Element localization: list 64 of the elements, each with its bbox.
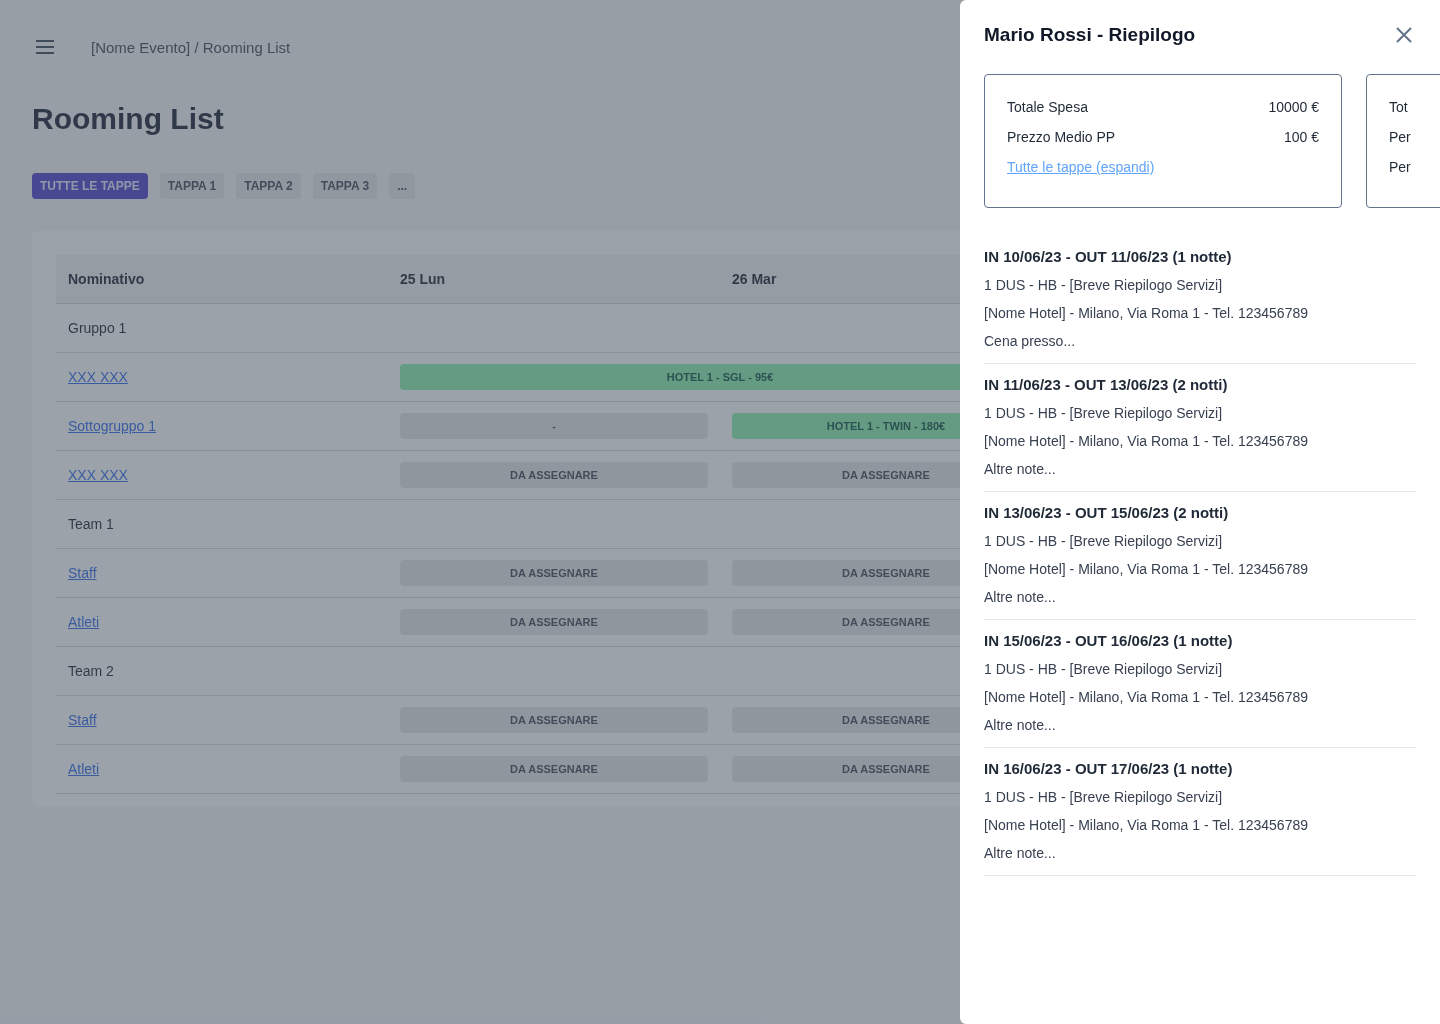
room-chip[interactable]: DA ASSEGNARE bbox=[732, 462, 960, 488]
close-icon[interactable] bbox=[1396, 27, 1412, 43]
stay-note: Altre note... bbox=[984, 589, 1057, 605]
stay-dates: IN 13/06/23 - OUT 15/06/23 (2 notti) bbox=[984, 504, 1230, 521]
person-link[interactable]: Atleti bbox=[68, 761, 376, 777]
stage-tab[interactable]: TUTTE LE TAPPE bbox=[32, 173, 148, 199]
summary-label: Per bbox=[1389, 129, 1411, 145]
stay-services: 1 DUS - HB - [Breve Riepilogo Servizi] bbox=[984, 661, 1224, 677]
stay-dates: IN 16/06/23 - OUT 17/06/23 (1 notte) bbox=[984, 760, 1234, 777]
person-link[interactable]: XXX XXX bbox=[68, 369, 376, 385]
room-chip[interactable]: DA ASSEGNARE bbox=[732, 707, 960, 733]
room-chip[interactable]: DA ASSEGNARE bbox=[400, 560, 708, 586]
room-chip[interactable]: DA ASSEGNARE bbox=[732, 609, 960, 635]
room-chip[interactable]: DA ASSEGNARE bbox=[732, 560, 960, 586]
stay-note: Altre note... bbox=[984, 717, 1057, 733]
summary-label: Totale Spesa bbox=[1007, 99, 1088, 115]
stay-services: 1 DUS - HB - [Breve Riepilogo Servizi] bbox=[984, 277, 1224, 293]
summary-value: 100 € bbox=[1283, 129, 1319, 145]
group-name: Team 1 bbox=[68, 516, 114, 532]
stay-services: 1 DUS - HB - [Breve Riepilogo Servizi] bbox=[984, 789, 1224, 805]
hotel-info: [Nome Hotel] - Milano, Via Roma 1 - Tel. 123456789 bbox=[984, 561, 1309, 577]
person-link[interactable]: Staff bbox=[68, 712, 376, 728]
drawer-title: Mario Rossi - Riepilogo bbox=[984, 24, 1196, 46]
summary-label: Per bbox=[1389, 159, 1411, 175]
stay-services: 1 DUS - HB - [Breve Riepilogo Servizi] bbox=[984, 533, 1224, 549]
stay-note: Altre note... bbox=[984, 461, 1057, 477]
group-name: Team 2 bbox=[68, 663, 114, 679]
room-chip[interactable]: DA ASSEGNARE bbox=[732, 756, 960, 782]
group-name: Gruppo 1 bbox=[68, 320, 127, 336]
stay-dates: IN 15/06/23 - OUT 16/06/23 (1 notte) bbox=[984, 632, 1234, 649]
room-chip[interactable]: - bbox=[400, 413, 708, 439]
person-link[interactable]: XXX XXX bbox=[68, 467, 376, 483]
column-header: 26 Mar bbox=[732, 271, 778, 287]
hotel-info: [Nome Hotel] - Milano, Via Roma 1 - Tel. 123456789 bbox=[984, 433, 1309, 449]
column-header: Nominativo bbox=[68, 271, 146, 287]
room-chip[interactable]: DA ASSEGNARE bbox=[400, 462, 708, 488]
menu-icon[interactable] bbox=[35, 40, 55, 54]
room-chip[interactable]: HOTEL 1 - TWIN - 180€ bbox=[732, 413, 960, 439]
hotel-info: [Nome Hotel] - Milano, Via Roma 1 - Tel. 123456789 bbox=[984, 689, 1309, 705]
stay-note: Altre note... bbox=[984, 845, 1057, 861]
person-link[interactable]: Staff bbox=[68, 565, 376, 581]
summary-label: Tot bbox=[1389, 99, 1408, 115]
stay-note: Cena presso... bbox=[984, 333, 1077, 349]
hotel-info: [Nome Hotel] - Milano, Via Roma 1 - Tel. 123456789 bbox=[984, 305, 1309, 321]
stay-dates: IN 11/06/23 - OUT 13/06/23 (2 notti) bbox=[984, 376, 1229, 393]
stage-tab[interactable]: ... bbox=[389, 173, 416, 199]
room-chip[interactable]: DA ASSEGNARE bbox=[400, 609, 708, 635]
stage-tab[interactable]: TAPPA 3 bbox=[312, 173, 378, 199]
person-link[interactable]: Sottogruppo 1 bbox=[68, 418, 376, 434]
hotel-info: [Nome Hotel] - Milano, Via Roma 1 - Tel. 123456789 bbox=[984, 817, 1309, 833]
breadcrumb: [Nome Evento] / Rooming List bbox=[91, 38, 291, 56]
person-link[interactable]: Atleti bbox=[68, 614, 376, 630]
summary-value: 10000 € bbox=[1268, 99, 1319, 115]
column-header: 25 Lun bbox=[400, 271, 447, 287]
room-chip[interactable]: HOTEL 1 - SGL - 95€ bbox=[400, 364, 960, 390]
expand-link[interactable]: Tutte le tappe (espandi) bbox=[1007, 159, 1319, 175]
stage-tab[interactable]: TAPPA 2 bbox=[236, 173, 301, 199]
room-chip[interactable]: DA ASSEGNARE bbox=[400, 756, 708, 782]
summary-label: Prezzo Medio PP bbox=[1007, 129, 1116, 145]
room-chip[interactable]: DA ASSEGNARE bbox=[400, 707, 708, 733]
page-title: Rooming List bbox=[32, 102, 225, 136]
stay-dates: IN 10/06/23 - OUT 11/06/23 (1 notte) bbox=[984, 248, 1233, 265]
stay-services: 1 DUS - HB - [Breve Riepilogo Servizi] bbox=[984, 405, 1224, 421]
stage-tab[interactable]: TAPPA 1 bbox=[159, 173, 225, 199]
